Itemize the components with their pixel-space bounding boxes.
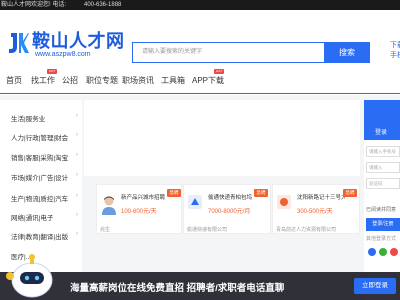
chevron-right-icon: › xyxy=(76,231,78,237)
job-title: 沈阳新路记十三号大 xyxy=(297,195,345,201)
mobile-link[interactable]: 手机 xyxy=(390,50,400,60)
login-title: 登录 xyxy=(375,130,388,136)
main-nav: 首页 找工作 HOT 公招 职位专题 职场资讯 工具箱 APP下载 HOT xyxy=(0,68,400,94)
qq-icon[interactable] xyxy=(368,248,376,256)
chevron-right-icon: › xyxy=(76,212,78,218)
login-now-button[interactable]: 立即登录 xyxy=(354,278,396,294)
company-name: 兆生 xyxy=(100,227,111,233)
banner-area[interactable] xyxy=(84,100,360,176)
avatar xyxy=(102,196,116,215)
job-title: 新产品兴城市招聘 xyxy=(121,195,166,201)
other-login-label: 其他登录方式 xyxy=(366,236,397,242)
category-item[interactable]: 网络|通讯|电子 xyxy=(11,212,79,222)
category-item[interactable]: 法律|教育|翻译|出版 xyxy=(11,231,79,241)
nav-item-home[interactable]: 首页 xyxy=(6,75,22,86)
chevron-right-icon: › xyxy=(76,132,78,138)
nav-item-find-job[interactable]: 找工作 HOT xyxy=(31,69,57,86)
download-link[interactable]: 下载 xyxy=(390,40,400,50)
job-card[interactable]: 偷通快递青柏包坞 7000-8000元/月 偷通快递有限公司 急聘 xyxy=(183,184,271,234)
logo-mark-icon xyxy=(9,33,29,53)
urgent-badge: 急聘 xyxy=(343,189,357,197)
search-input[interactable]: 请输入要搜索的关键字 xyxy=(132,42,324,63)
logo-url: www.aszpw8.com xyxy=(35,51,91,58)
nav-item-career-news[interactable]: 职场资讯 xyxy=(122,75,154,86)
login-button[interactable]: 登录/注册 xyxy=(366,218,400,231)
category-item[interactable]: 生产|物流|质控|汽车 xyxy=(11,193,79,203)
chevron-right-icon: › xyxy=(76,193,78,199)
category-item[interactable]: 销售|客服|采购|淘宝 xyxy=(11,152,79,162)
chevron-right-icon: › xyxy=(76,172,78,178)
chevron-right-icon: › xyxy=(76,152,78,158)
wechat-icon[interactable] xyxy=(379,248,387,256)
password-field[interactable]: 请输入 xyxy=(366,162,400,173)
site-header: 鞍山人才网 www.aszpw8.com 请输入要搜索的关键字 搜索 下载 手机 xyxy=(0,10,400,68)
nav-item-public-recruit[interactable]: 公招 xyxy=(62,75,78,86)
search-button[interactable]: 搜索 xyxy=(324,42,370,63)
chevron-right-icon: › xyxy=(76,113,78,119)
agree-checkbox[interactable]: 已阅读并同意 xyxy=(366,206,396,213)
job-card[interactable]: 沈阳新路记十三号大 300-500元/天 青岛前达人力资源有限公司 急聘 xyxy=(272,184,360,234)
company-name: 偷通快递有限公司 xyxy=(187,227,228,233)
nav-item-app-download[interactable]: APP下载 HOT xyxy=(192,69,225,86)
job-salary: 100-600元/天 xyxy=(121,209,157,215)
welcome-text: 鞍山人才网欢迎您! 电话: xyxy=(1,2,67,8)
job-salary: 7000-8000元/月 xyxy=(208,209,251,215)
category-item[interactable]: 生活|服务业 xyxy=(11,113,79,123)
company-logo-icon xyxy=(277,195,291,209)
job-card[interactable]: 新产品兴城市招聘 100-600元/天 兆生 急聘 xyxy=(96,184,182,234)
category-item[interactable]: 人力|行政|管理|财会 xyxy=(11,132,79,142)
nav-item-toolbox[interactable]: 工具箱 xyxy=(161,75,185,86)
logo-title: 鞍山人才网 xyxy=(32,31,125,51)
company-logo-icon xyxy=(188,195,202,209)
job-title: 偷通快递青柏包坞 xyxy=(208,195,253,201)
weibo-icon[interactable] xyxy=(390,248,398,256)
phone-field[interactable]: 请输入手机号 xyxy=(366,146,400,157)
job-salary: 300-500元/天 xyxy=(297,209,333,215)
hot-badge: HOT xyxy=(47,69,57,74)
top-info-bar: 鞍山人才网欢迎您! 电话: 400-636-1888 xyxy=(0,0,400,10)
captcha-field[interactable]: 验证码 xyxy=(366,178,400,189)
hotline-number: 400-636-1888 xyxy=(84,2,122,8)
nav-item-label: APP下载 xyxy=(192,76,225,85)
site-logo[interactable]: 鞍山人才网 www.aszpw8.com xyxy=(7,27,124,63)
urgent-badge: 急聘 xyxy=(254,189,268,197)
promo-text: 海量高薪岗位在线免费直招 招聘者/求职者电话直聊 xyxy=(70,283,285,294)
nav-item-job-topics[interactable]: 职位专题 xyxy=(86,75,118,86)
company-name: 青岛前达人力资源有限公司 xyxy=(276,227,337,233)
urgent-badge: 急聘 xyxy=(167,189,181,197)
category-item[interactable]: 市场|媒介|广告|设计 xyxy=(11,172,79,182)
login-header: 登录 xyxy=(364,100,400,140)
mascot-icon xyxy=(6,254,53,298)
nav-item-label: 找工作 xyxy=(31,76,55,85)
hot-badge: HOT xyxy=(214,69,224,74)
login-panel: 登录 请输入手机号 请输入 验证码 已阅读并同意 登录/注册 其他登录方式 xyxy=(364,100,400,300)
